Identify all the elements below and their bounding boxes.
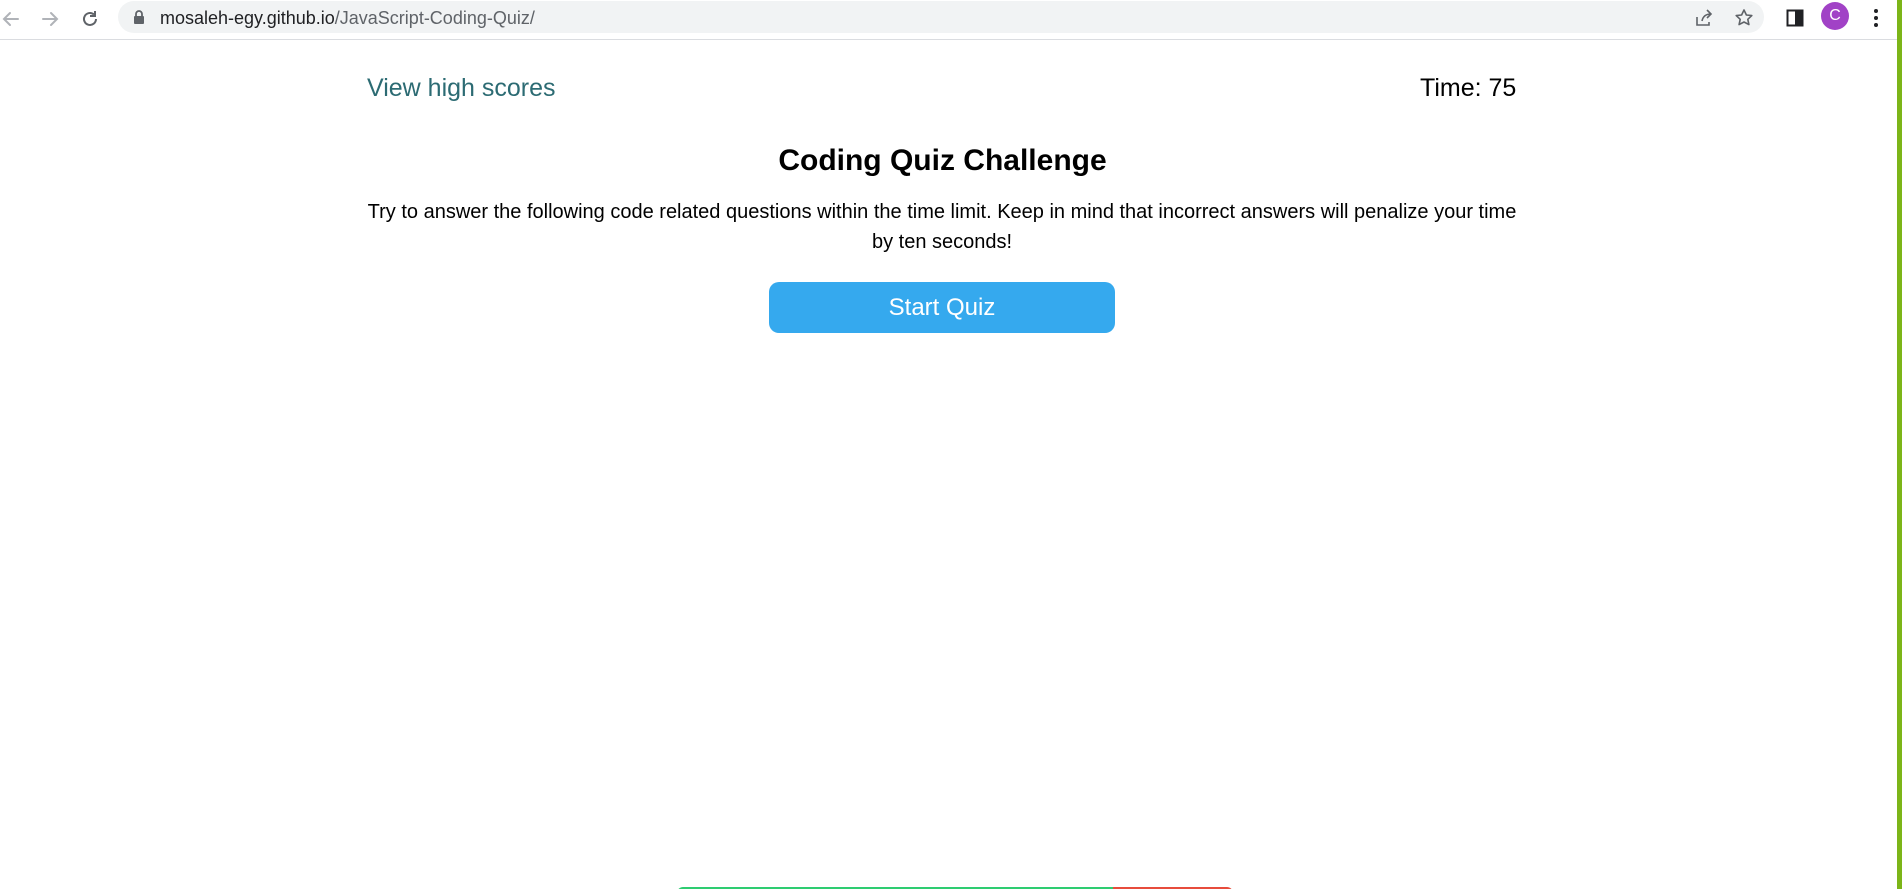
window-edge-accent: [1897, 0, 1902, 889]
browser-menu-button[interactable]: [1861, 3, 1891, 33]
browser-toolbar: mosaleh-egy.github.io/JavaScript-Coding-…: [0, 0, 1902, 40]
forward-button[interactable]: [35, 4, 65, 34]
reload-icon: [83, 11, 97, 26]
reload-button[interactable]: [75, 4, 105, 34]
address-bar[interactable]: mosaleh-egy.github.io/JavaScript-Coding-…: [118, 1, 1764, 33]
start-quiz-button[interactable]: Start Quiz: [769, 282, 1115, 333]
view-high-scores-link[interactable]: View high scores: [367, 74, 556, 103]
profile-initial: C: [1829, 7, 1841, 24]
arrow-left-icon: [2, 12, 19, 26]
page-title: Coding Quiz Challenge: [778, 144, 1107, 177]
quiz-page: View high scores Time: 75 Coding Quiz Ch…: [0, 40, 1897, 889]
share-button[interactable]: [1691, 5, 1717, 31]
share-icon: [1696, 9, 1713, 26]
back-button[interactable]: [0, 4, 26, 34]
side-panel-icon: [1786, 9, 1804, 27]
browser-viewport: mosaleh-egy.github.io/JavaScript-Coding-…: [0, 0, 1902, 889]
star-icon: [1735, 9, 1753, 26]
lock-icon: [134, 10, 144, 24]
bookmark-button[interactable]: [1731, 5, 1757, 31]
arrow-right-icon: [42, 12, 59, 26]
url-text: mosaleh-egy.github.io/JavaScript-Coding-…: [160, 8, 535, 29]
kebab-menu-icon: [1874, 9, 1878, 27]
quiz-description: Try to answer the following code related…: [367, 201, 1517, 253]
side-panel-button[interactable]: [1780, 3, 1810, 33]
timer-display: Time: 75: [1420, 74, 1517, 102]
url-host: mosaleh-egy.github.io: [160, 8, 335, 28]
url-path: /JavaScript-Coding-Quiz/: [334, 8, 535, 28]
profile-avatar[interactable]: C: [1821, 2, 1849, 30]
